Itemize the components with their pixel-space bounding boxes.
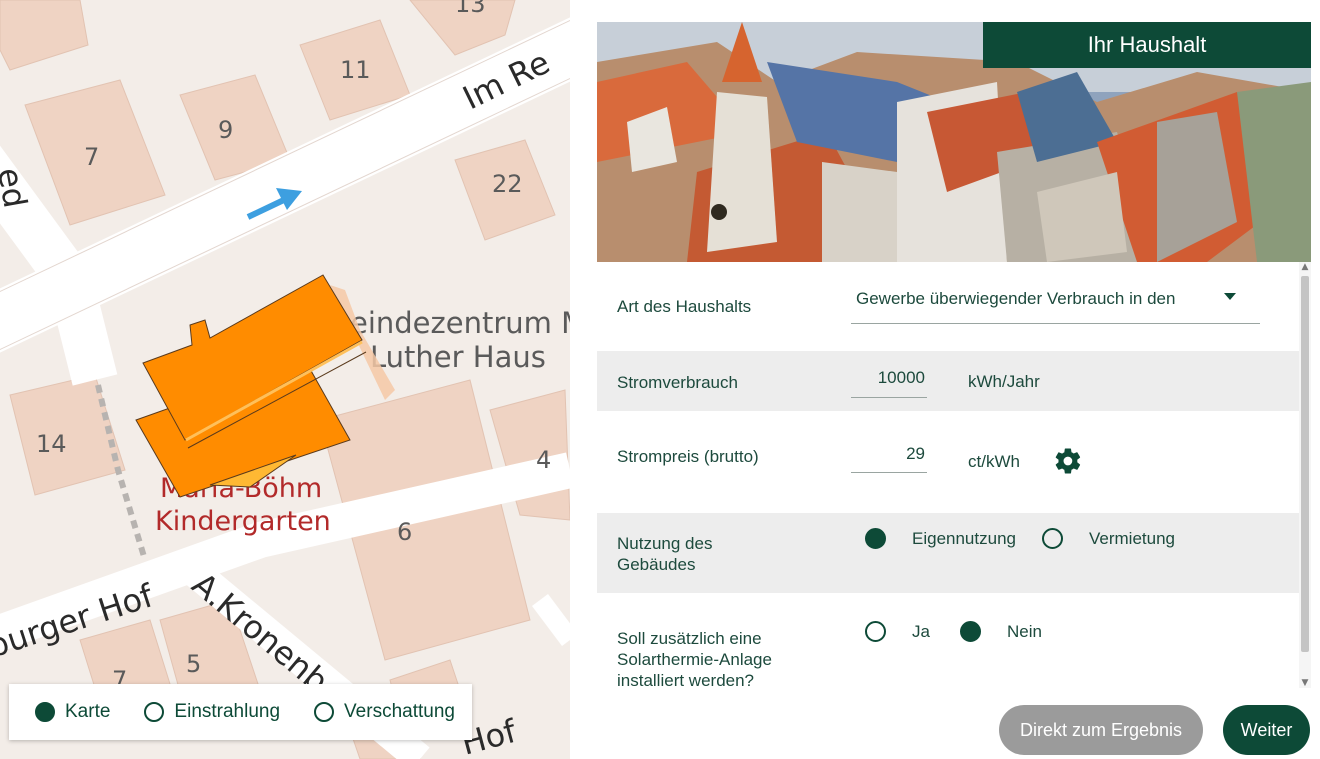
map-building-number: 6 [397, 518, 412, 546]
scrollbar-thumb[interactable] [1301, 276, 1309, 652]
map-view[interactable]: 13 11 7 9 22 14 4 6 7 5 Im Re burger Hof… [0, 0, 570, 759]
map-building-number: 22 [492, 170, 523, 198]
radio-label: Vermietung [1089, 528, 1175, 548]
household-type-value: Gewerbe überwiegender Verbrauch in den [856, 289, 1176, 308]
gear-icon[interactable] [1053, 446, 1083, 476]
radio-label: Eigennutzung [912, 528, 1016, 548]
usage-label-line: Gebäudes [617, 555, 696, 574]
row-usage: Nutzung des Gebäudes Eigennutzung Vermie… [597, 513, 1299, 593]
radio-unselected-icon[interactable] [865, 621, 886, 642]
hero-image: Ihr Haushalt [597, 22, 1311, 262]
radio-unselected-icon[interactable] [314, 702, 335, 722]
caret-down-icon[interactable] [1224, 293, 1236, 300]
map-building-number: 14 [36, 430, 67, 458]
solarthermal-label: Soll zusätzlich eine Solarthermie-Anlage… [617, 628, 772, 688]
price-label: Strompreis (brutto) [617, 447, 759, 466]
map-street-label: ed [0, 165, 34, 211]
consumption-input[interactable]: 10000 [851, 362, 927, 398]
scroll-down-icon[interactable]: ▼ [1299, 678, 1311, 688]
radio-selected-icon[interactable] [960, 621, 981, 642]
price-unit: ct/kWh [968, 452, 1020, 471]
radio-label: Ja [912, 621, 930, 641]
radio-eigennutzung[interactable]: Eigennutzung [865, 528, 1016, 549]
map-building-number: 9 [218, 116, 233, 144]
row-household-type: Art des Haushalts Gewerbe überwiegender … [597, 262, 1299, 350]
next-button[interactable]: Weiter [1223, 705, 1310, 755]
map-poi-label: Luther Haus [370, 340, 546, 374]
radio-unselected-icon[interactable] [1042, 528, 1063, 549]
hero-title: Ihr Haushalt [983, 22, 1311, 68]
layer-option-karte[interactable]: Karte [35, 701, 110, 723]
usage-label: Nutzung des Gebäudes [617, 533, 712, 575]
scroll-up-icon[interactable]: ▲ [1299, 262, 1311, 272]
usage-label-line: Nutzung des [617, 534, 713, 553]
radio-nein[interactable]: Nein [960, 621, 1042, 642]
map-building-number: 5 [186, 650, 201, 678]
layer-option-label: Verschattung [344, 701, 455, 722]
consumption-label: Stromverbrauch [617, 373, 738, 392]
map-building-number: 11 [340, 56, 371, 84]
map-canvas[interactable]: 13 11 7 9 22 14 4 6 7 5 Im Re burger Hof… [0, 0, 570, 759]
map-poi-label: Kindergarten [155, 506, 331, 537]
consumption-unit: kWh/Jahr [968, 372, 1040, 391]
row-solarthermal: Soll zusätzlich eine Solarthermie-Anlage… [597, 594, 1299, 688]
map-layer-switch: Karte Einstrahlung Verschattung [9, 684, 472, 740]
household-type-label: Art des Haushalts [617, 297, 752, 316]
map-building-number: 13 [455, 0, 486, 18]
map-building-number: 4 [536, 446, 551, 474]
radio-selected-icon[interactable] [35, 702, 55, 722]
solarthermal-label-line: installiert werden? [617, 671, 755, 688]
radio-selected-icon[interactable] [865, 528, 886, 549]
direct-to-result-button[interactable]: Direkt zum Ergebnis [999, 705, 1203, 755]
household-panel: Ihr Haushalt Art des Haushalts Gewerbe ü… [570, 0, 1320, 759]
layer-option-label: Einstrahlung [174, 701, 281, 722]
solarthermal-label-line: Solarthermie-Anlage [617, 650, 772, 669]
radio-label: Nein [1007, 621, 1042, 641]
layer-option-label: Karte [65, 701, 111, 722]
row-price: Strompreis (brutto) 29 ct/kWh [597, 412, 1299, 512]
household-type-select[interactable]: Gewerbe überwiegender Verbrauch in den [851, 286, 1260, 324]
household-form: Art des Haushalts Gewerbe überwiegender … [597, 262, 1299, 688]
radio-ja[interactable]: Ja [865, 621, 930, 642]
form-scrollbar[interactable]: ▲ ▼ [1299, 262, 1311, 688]
layer-option-einstrahlung[interactable]: Einstrahlung [144, 701, 280, 723]
layer-option-verschattung[interactable]: Verschattung [314, 701, 455, 723]
radio-vermietung[interactable]: Vermietung [1042, 528, 1175, 549]
price-input[interactable]: 29 [851, 436, 927, 473]
solarthermal-label-line: Soll zusätzlich eine [617, 629, 762, 648]
map-building-number: 7 [84, 143, 99, 171]
radio-unselected-icon[interactable] [144, 702, 165, 722]
row-consumption: Stromverbrauch 10000 kWh/Jahr [597, 351, 1299, 411]
map-poi-label: eindezentrum M [350, 306, 570, 340]
